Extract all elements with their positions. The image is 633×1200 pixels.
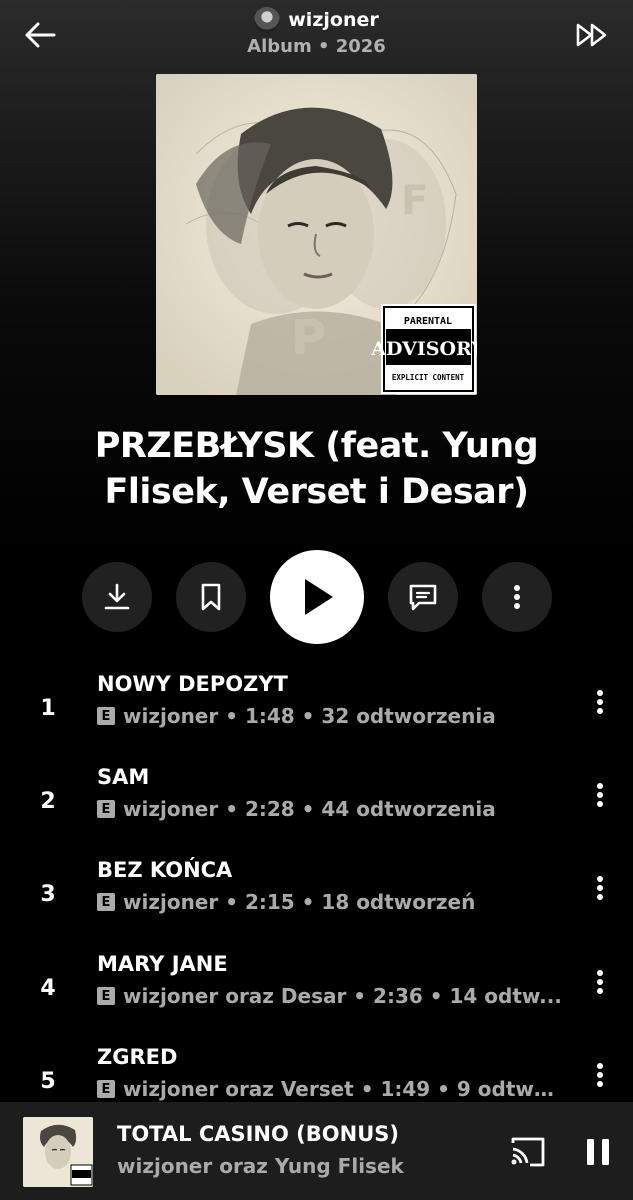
advisory-line3: EXPLICIT CONTENT [392, 373, 465, 382]
album-cover-art: P F PARENTAL ADVISORY EXPLICIT CONTENT [156, 74, 477, 395]
cast-icon [511, 1137, 545, 1167]
track-meta-text: wizjoner oraz Desar • 2:36 • 14 odtw... [123, 984, 562, 1008]
album-cover: P F PARENTAL ADVISORY EXPLICIT CONTENT [156, 74, 477, 395]
play-icon [305, 579, 333, 615]
track-more-button[interactable] [586, 1055, 614, 1095]
album-subtitle: Album • 2026 [247, 36, 386, 57]
cast-button[interactable] [508, 1132, 548, 1172]
track-number: 2 [40, 789, 56, 814]
artist-link[interactable]: wizjoner [0, 7, 633, 33]
mini-player[interactable]: TOTAL CASINO (BONUS) wizjoner oraz Yung … [0, 1102, 633, 1200]
track-number: 4 [40, 976, 56, 1001]
advisory-line1: PARENTAL [404, 316, 452, 327]
track-row[interactable]: 1 NOWY DEPOZYT E wizjoner • 1:48 • 32 od… [0, 672, 633, 758]
more-vertical-icon [597, 970, 603, 994]
play-button[interactable] [270, 550, 364, 644]
artist-avatar [254, 7, 281, 33]
track-meta: E wizjoner • 2:15 • 18 odtworzeń [97, 890, 567, 914]
artist-name: wizjoner [288, 9, 379, 31]
download-icon [104, 583, 130, 610]
track-meta-text: wizjoner • 1:48 • 32 odtworzenia [123, 704, 496, 728]
now-playing-title: TOTAL CASINO (BONUS) [117, 1122, 399, 1146]
track-title: ZGRED [97, 1045, 178, 1069]
skip-button[interactable] [568, 14, 616, 56]
track-row[interactable]: 4 MARY JANE E wizjoner oraz Desar • 2:36… [0, 952, 633, 1038]
pause-button[interactable] [580, 1132, 616, 1172]
comment-icon [409, 584, 437, 611]
more-vertical-icon [514, 585, 520, 609]
track-meta-text: wizjoner oraz Verset • 1:49 • 9 odtwo... [123, 1077, 567, 1101]
top-bar: wizjoner Album • 2026 [0, 0, 633, 70]
track-title: SAM [97, 765, 150, 789]
more-vertical-icon [597, 690, 603, 714]
more-vertical-icon [597, 783, 603, 807]
track-meta: E wizjoner oraz Verset • 1:49 • 9 odtwo.… [97, 1077, 567, 1101]
track-number: 3 [40, 882, 56, 907]
more-options-button[interactable] [482, 562, 552, 632]
track-meta-text: wizjoner • 2:15 • 18 odtworzeń [123, 890, 476, 914]
track-title: NOWY DEPOZYT [97, 672, 288, 696]
track-meta: E wizjoner oraz Desar • 2:36 • 14 odtw..… [97, 984, 567, 1008]
explicit-badge: E [97, 1080, 115, 1098]
more-vertical-icon [597, 876, 603, 900]
download-button[interactable] [82, 562, 152, 632]
track-number: 1 [40, 696, 56, 721]
explicit-badge: E [97, 800, 115, 818]
save-button[interactable] [176, 562, 246, 632]
track-meta: E wizjoner • 1:48 • 32 odtworzenia [97, 704, 567, 728]
track-title: MARY JANE [97, 952, 228, 976]
track-more-button[interactable] [586, 868, 614, 908]
more-vertical-icon [597, 1063, 603, 1087]
advisory-line2: ADVISORY [370, 338, 477, 360]
track-meta-text: wizjoner • 2:28 • 44 odtworzenia [123, 797, 496, 821]
svg-text:P: P [291, 310, 326, 366]
bookmark-icon [201, 583, 221, 611]
track-title: BEZ KOŃCA [97, 858, 233, 882]
explicit-badge: E [97, 707, 115, 725]
track-more-button[interactable] [586, 682, 614, 722]
explicit-badge: E [97, 893, 115, 911]
track-row[interactable]: 2 SAM E wizjoner • 2:28 • 44 odtworzenia [0, 765, 633, 851]
track-more-button[interactable] [586, 962, 614, 1002]
track-row[interactable]: 3 BEZ KOŃCA E wizjoner • 2:15 • 18 odtwo… [0, 858, 633, 944]
track-more-button[interactable] [586, 775, 614, 815]
pause-icon [587, 1139, 609, 1165]
now-playing-artist: wizjoner oraz Yung Flisek [117, 1154, 404, 1178]
explicit-badge: E [97, 987, 115, 1005]
track-meta: E wizjoner • 2:28 • 44 odtworzenia [97, 797, 567, 821]
comments-button[interactable] [388, 562, 458, 632]
album-title: PRZEBŁYSK (feat. Yung Flisek, Verset i D… [94, 426, 539, 512]
mini-player-thumbnail [23, 1117, 93, 1187]
track-number: 5 [40, 1069, 56, 1094]
fast-forward-icon [576, 23, 607, 47]
svg-text:F: F [401, 178, 428, 224]
